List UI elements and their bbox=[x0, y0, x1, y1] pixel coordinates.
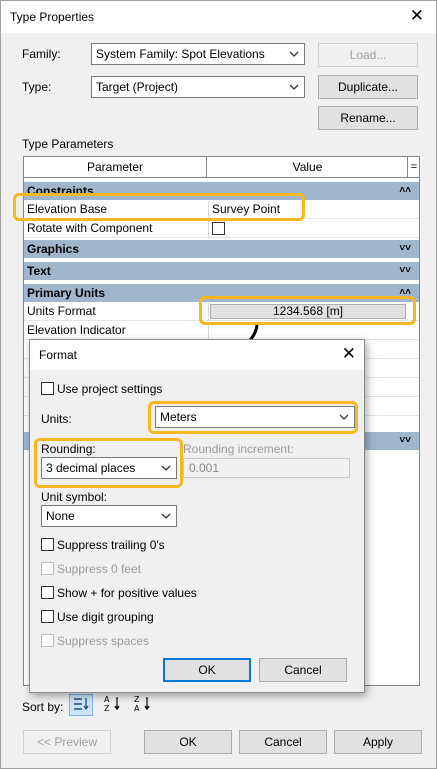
close-icon[interactable]: ✕ bbox=[342, 344, 356, 364]
units-format-button[interactable]: 1234.568 [m] bbox=[210, 304, 406, 319]
group-label: Graphics bbox=[27, 242, 80, 256]
rotate-with-component-checkbox[interactable] bbox=[212, 222, 225, 236]
use-project-settings-checkbox[interactable]: Use project settings bbox=[41, 382, 162, 396]
svg-text:A: A bbox=[104, 695, 110, 704]
param-row-units-format[interactable]: Units Format 1234.568 [m] bbox=[24, 303, 419, 321]
svg-text:A: A bbox=[134, 704, 140, 712]
ok-button[interactable]: OK bbox=[144, 730, 232, 754]
group-label: Constraints bbox=[27, 184, 94, 198]
chevron-down-icon bbox=[289, 84, 299, 90]
group-label: Text bbox=[27, 264, 51, 278]
rounding-increment-label: Rounding increment: bbox=[183, 442, 294, 456]
checkbox-box[interactable] bbox=[41, 586, 54, 599]
format-cancel-button[interactable]: Cancel bbox=[259, 658, 347, 682]
checkbox-box[interactable] bbox=[41, 538, 54, 551]
formula-column-header[interactable]: = bbox=[409, 157, 419, 178]
chevron-down-icon bbox=[289, 51, 299, 57]
checkbox-label: Use digit grouping bbox=[57, 610, 154, 624]
digit-grouping-checkbox[interactable]: Use digit grouping bbox=[41, 610, 154, 624]
checkbox-box bbox=[41, 562, 54, 575]
expand-icon[interactable]: ˅˅ bbox=[399, 262, 411, 280]
checkbox-label: Suppress 0 feet bbox=[57, 562, 142, 576]
checkbox-label: Suppress spaces bbox=[57, 634, 150, 648]
param-value: 1234.568 [m] bbox=[208, 303, 408, 321]
suppress-spaces-checkbox: Suppress spaces bbox=[41, 634, 149, 648]
format-dialog: Format ✕ Use project settings Units: Met… bbox=[29, 339, 365, 693]
param-name: Units Format bbox=[27, 304, 96, 318]
group-label: Primary Units bbox=[27, 286, 106, 300]
type-parameters-label: Type Parameters bbox=[22, 137, 114, 151]
unit-symbol-label: Unit symbol: bbox=[41, 490, 108, 504]
svg-text:Z: Z bbox=[134, 695, 140, 704]
apply-button[interactable]: Apply bbox=[334, 730, 422, 754]
family-value: System Family: Spot Elevations bbox=[96, 47, 265, 61]
grid-header: Parameter Value = bbox=[24, 157, 419, 178]
rounding-dropdown[interactable]: 3 decimal places bbox=[41, 457, 177, 479]
group-primary-units[interactable]: Primary Units ˄˄ bbox=[24, 284, 419, 302]
family-dropdown[interactable]: System Family: Spot Elevations bbox=[91, 43, 305, 65]
cancel-button[interactable]: Cancel bbox=[239, 730, 327, 754]
expand-icon[interactable]: ˅˅ bbox=[399, 240, 411, 258]
sort-by-group-icon[interactable] bbox=[69, 694, 93, 716]
rounding-value: 3 decimal places bbox=[46, 461, 136, 475]
param-name: Elevation Indicator bbox=[27, 323, 126, 337]
param-name: Rotate with Component bbox=[27, 221, 153, 235]
checkbox-label: Suppress trailing 0's bbox=[57, 538, 165, 552]
rename-button[interactable]: Rename... bbox=[318, 106, 418, 130]
param-row-rotate-with-component[interactable]: Rotate with Component bbox=[24, 220, 419, 238]
type-label: Type: bbox=[22, 80, 52, 94]
type-value: Target (Project) bbox=[96, 80, 179, 94]
collapse-icon[interactable]: ˄˄ bbox=[399, 284, 411, 302]
format-ok-button[interactable]: OK bbox=[163, 658, 251, 682]
group-constraints[interactable]: Constraints ˄˄ bbox=[24, 182, 419, 200]
param-row-elevation-base[interactable]: Elevation Base Survey Point bbox=[24, 201, 419, 219]
checkbox-box[interactable] bbox=[41, 610, 54, 623]
sort-az-icon[interactable]: AZ bbox=[100, 694, 124, 716]
type-dropdown[interactable]: Target (Project) bbox=[91, 76, 305, 98]
units-value: Meters bbox=[160, 410, 197, 424]
chevron-down-icon bbox=[339, 414, 349, 420]
suppress-trailing-zeros-checkbox[interactable]: Suppress trailing 0's bbox=[41, 538, 165, 552]
suppress-zero-feet-checkbox: Suppress 0 feet bbox=[41, 562, 141, 576]
family-label: Family: bbox=[22, 47, 61, 61]
format-dialog-title: Format bbox=[39, 348, 78, 362]
checkbox-box[interactable] bbox=[41, 382, 54, 395]
units-dropdown[interactable]: Meters bbox=[155, 406, 355, 428]
param-value bbox=[208, 220, 408, 238]
group-graphics[interactable]: Graphics ˅˅ bbox=[24, 240, 419, 258]
sort-by-label: Sort by: bbox=[22, 700, 64, 714]
chevron-down-icon bbox=[161, 513, 171, 519]
checkbox-box bbox=[41, 634, 54, 647]
parameter-column-header[interactable]: Parameter bbox=[24, 157, 207, 178]
unit-symbol-dropdown[interactable]: None bbox=[41, 505, 177, 527]
group-text[interactable]: Text ˅˅ bbox=[24, 262, 419, 280]
checkbox-label: Use project settings bbox=[57, 382, 163, 396]
value-column-header[interactable]: Value bbox=[208, 157, 408, 178]
param-name: Elevation Base bbox=[27, 202, 108, 216]
duplicate-button[interactable]: Duplicate... bbox=[318, 75, 418, 99]
sort-za-icon[interactable]: ZA bbox=[130, 694, 154, 716]
type-properties-window: Type Properties ✕ Family: System Family:… bbox=[0, 0, 437, 769]
unit-symbol-value: None bbox=[46, 509, 75, 523]
collapse-icon[interactable]: ˄˄ bbox=[399, 182, 411, 200]
close-icon[interactable]: ✕ bbox=[410, 7, 424, 24]
preview-button[interactable]: << Preview bbox=[23, 730, 111, 754]
show-plus-checkbox[interactable]: Show + for positive values bbox=[41, 586, 197, 600]
units-label: Units: bbox=[41, 412, 72, 426]
format-dialog-title-bar: Format ✕ bbox=[30, 340, 364, 370]
load-button[interactable]: Load... bbox=[318, 43, 418, 67]
chevron-down-icon bbox=[161, 465, 171, 471]
param-value[interactable]: Survey Point bbox=[208, 201, 408, 219]
title-bar: Type Properties ✕ bbox=[1, 1, 436, 33]
rounding-label: Rounding: bbox=[41, 442, 96, 456]
rounding-increment-field: 0.001 bbox=[183, 458, 350, 478]
expand-icon[interactable]: ˅˅ bbox=[399, 432, 411, 450]
window-title: Type Properties bbox=[10, 10, 95, 24]
checkbox-label: Show + for positive values bbox=[57, 586, 197, 600]
svg-text:Z: Z bbox=[104, 704, 110, 712]
